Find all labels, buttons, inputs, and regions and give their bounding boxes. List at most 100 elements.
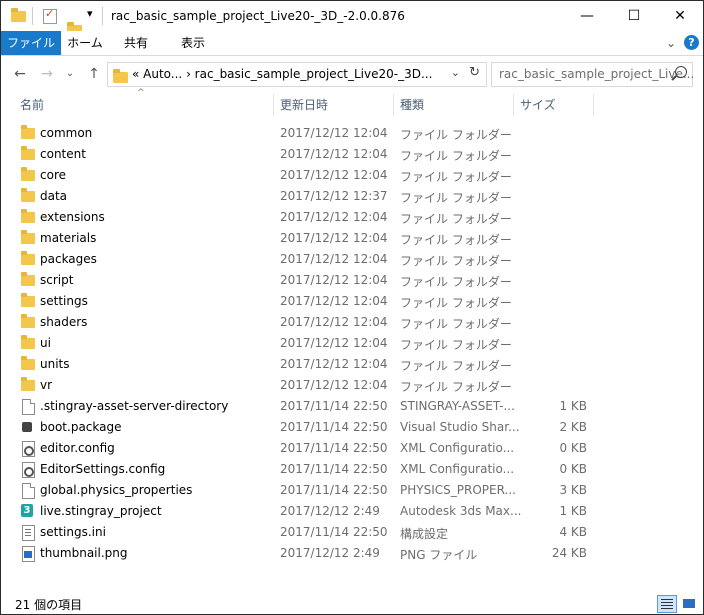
file-row[interactable]: data 2017/12/12 12:37 ファイル フォルダー (1, 186, 703, 207)
file-date-modified: 2017/11/14 22:50 (280, 420, 388, 434)
image-file-icon (22, 546, 35, 562)
column-size[interactable]: サイズ (520, 96, 556, 113)
file-type: ファイル フォルダー (400, 254, 512, 268)
folder-icon (21, 335, 35, 349)
file-date-modified: 2017/11/14 22:50 (280, 483, 388, 497)
back-button[interactable]: ← (11, 65, 29, 83)
recent-locations-dropdown[interactable]: ⌄ (61, 65, 79, 83)
folder-icon (21, 356, 35, 370)
file-row[interactable]: extensions 2017/12/12 12:04 ファイル フォルダー (1, 207, 703, 228)
file-date-modified: 2017/12/12 12:04 (280, 231, 388, 245)
file-date-modified: 2017/12/12 12:04 (280, 147, 388, 161)
help-icon[interactable]: ? (684, 35, 699, 50)
file-row[interactable]: 3 live.stingray_project 2017/12/12 2:49 Aut… (1, 501, 703, 522)
divider (32, 7, 33, 25)
column-date-modified[interactable]: 更新日時 (280, 96, 328, 113)
folder-icon (21, 146, 35, 160)
file-row[interactable]: ui 2017/12/12 12:04 ファイル フォルダー (1, 333, 703, 354)
breadcrumb[interactable]: « Auto... › rac_basic_sample_project_Liv… (132, 67, 432, 81)
file-row[interactable]: vr 2017/12/12 12:04 ファイル フォルダー (1, 375, 703, 396)
column-divider[interactable] (393, 94, 394, 116)
file-type: ファイル フォルダー (400, 170, 512, 184)
file-date-modified: 2017/12/12 12:04 (280, 168, 388, 182)
file-row[interactable]: materials 2017/12/12 12:04 ファイル フォルダー (1, 228, 703, 249)
folder-icon (21, 293, 35, 307)
file-row[interactable]: thumbnail.png 2017/12/12 2:49 PNG ファイル 24 K… (1, 543, 703, 564)
tab-view[interactable]: 表示 (171, 31, 215, 55)
file-row[interactable]: EditorSettings.config 2017/11/14 22:50 XML… (1, 459, 703, 480)
minimize-button[interactable]: — (564, 1, 610, 31)
forward-button[interactable]: → (38, 65, 56, 83)
file-date-modified: 2017/11/14 22:50 (280, 462, 388, 476)
file-row[interactable]: content 2017/12/12 12:04 ファイル フォルダー (1, 144, 703, 165)
column-divider[interactable] (273, 94, 274, 116)
column-type[interactable]: 種類 (400, 96, 424, 113)
file-date-modified: 2017/12/12 12:37 (280, 189, 388, 203)
ribbon-collapse-icon[interactable]: ⌄ (663, 31, 679, 55)
sort-ascending-icon: ^ (137, 88, 145, 98)
file-row[interactable]: boot.package 2017/11/14 22:50 Visual Studi… (1, 417, 703, 438)
file-date-modified: 2017/12/12 12:04 (280, 252, 388, 266)
file-icon (22, 399, 35, 415)
properties-icon[interactable]: ✓ (43, 7, 57, 24)
file-type: Visual Studio Shar... (400, 420, 520, 434)
tab-share[interactable]: 共有 (116, 31, 156, 55)
address-bar[interactable]: « Auto... › rac_basic_sample_project_Liv… (107, 62, 487, 87)
column-divider[interactable] (593, 94, 594, 116)
close-button[interactable]: ✕ (657, 1, 703, 31)
tab-file[interactable]: ファイル (1, 31, 61, 55)
file-type: 構成設定 (400, 527, 449, 541)
file-row[interactable]: settings 2017/12/12 12:04 ファイル フォルダー (1, 291, 703, 312)
window-title: rac_basic_sample_project_Live20-_3D_-2.0… (111, 9, 405, 23)
file-row[interactable]: settings.ini 2017/11/14 22:50 構成設定 4 KB (1, 522, 703, 543)
folder-icon (21, 188, 35, 202)
config-file-icon (22, 462, 35, 478)
file-type: STINGRAY-ASSET-... (400, 399, 515, 413)
large-icons-view-button[interactable] (679, 595, 699, 613)
file-row[interactable]: packages 2017/12/12 12:04 ファイル フォルダー (1, 249, 703, 270)
3ds-max-icon: 3 (21, 504, 33, 517)
file-row[interactable]: common 2017/12/12 12:04 ファイル フォルダー (1, 123, 703, 144)
file-type: ファイル フォルダー (400, 212, 512, 226)
folder-icon (21, 314, 35, 328)
quick-access-dropdown[interactable]: ▾ (87, 7, 93, 23)
folder-icon (21, 251, 35, 265)
column-headers: ^ 名前 更新日時 種類 サイズ (1, 88, 703, 118)
address-dropdown-icon[interactable]: ⌄ (451, 66, 460, 79)
search-icon[interactable] (675, 66, 687, 78)
maximize-button[interactable]: ☐ (611, 1, 657, 31)
status-bar: 21 個の項目 (1, 591, 703, 614)
file-name: extensions (40, 210, 105, 224)
search-input[interactable]: rac_basic_sample_project_Live... (499, 67, 694, 81)
file-type: XML Configuratio... (400, 462, 515, 476)
column-divider[interactable] (513, 94, 514, 116)
details-view-button[interactable] (657, 595, 677, 613)
file-row[interactable]: core 2017/12/12 12:04 ファイル フォルダー (1, 165, 703, 186)
file-row[interactable]: .stingray-asset-server-directory 2017/11/… (1, 396, 703, 417)
refresh-icon[interactable]: ↻ (469, 65, 480, 80)
file-name: .stingray-asset-server-directory (40, 399, 229, 413)
file-row[interactable]: global.physics_properties 2017/11/14 22:5… (1, 480, 703, 501)
tab-home[interactable]: ホーム (61, 31, 109, 55)
file-name: content (40, 147, 86, 161)
file-row[interactable]: editor.config 2017/11/14 22:50 XML Configu… (1, 438, 703, 459)
file-type: ファイル フォルダー (400, 380, 512, 394)
file-size: 1 KB (559, 399, 587, 413)
folder-icon (21, 230, 35, 244)
file-icon (22, 483, 35, 499)
title-bar: ✓ ▾ rac_basic_sample_project_Live20-_3D_… (1, 1, 703, 36)
config-file-icon (22, 441, 35, 457)
file-row[interactable]: units 2017/12/12 12:04 ファイル フォルダー (1, 354, 703, 375)
column-name[interactable]: 名前 (20, 96, 44, 113)
file-name: shaders (40, 315, 88, 329)
search-box[interactable]: rac_basic_sample_project_Live... (491, 62, 694, 87)
up-button[interactable]: ↑ (85, 65, 103, 83)
file-name: script (40, 273, 74, 287)
file-row[interactable]: script 2017/12/12 12:04 ファイル フォルダー (1, 270, 703, 291)
file-row[interactable]: shaders 2017/12/12 12:04 ファイル フォルダー (1, 312, 703, 333)
file-name: common (40, 126, 93, 140)
details-view-icon (661, 599, 673, 600)
file-type: ファイル フォルダー (400, 128, 512, 142)
settings-file-icon (22, 525, 35, 541)
file-name: materials (40, 231, 97, 245)
